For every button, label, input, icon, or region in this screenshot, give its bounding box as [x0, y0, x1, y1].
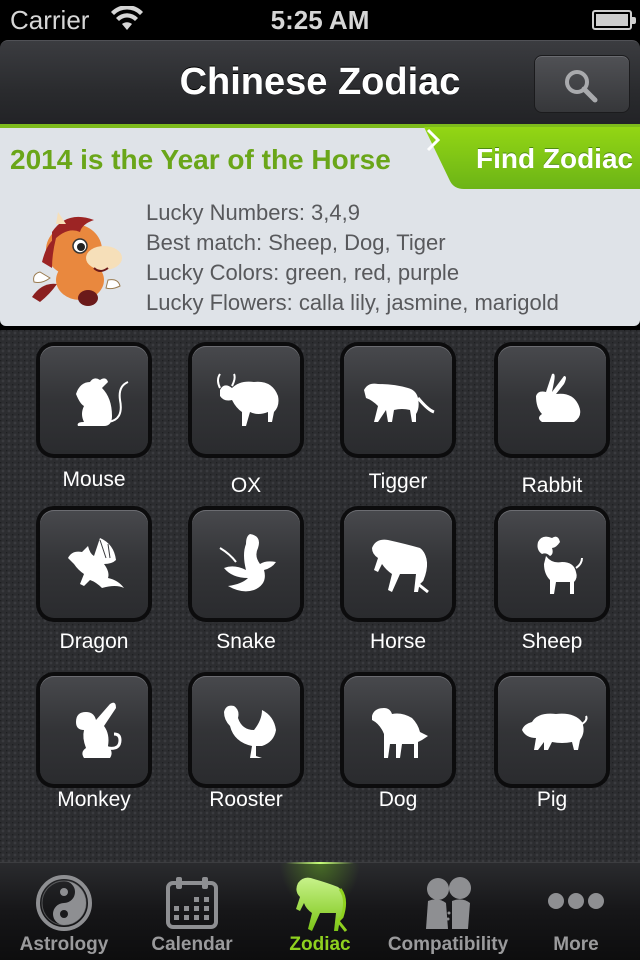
- tab-zodiac[interactable]: Zodiac: [256, 862, 384, 960]
- sheep-icon: [537, 536, 583, 594]
- clock: 5:25 AM: [270, 5, 370, 35]
- lucky-info-list: Lucky Numbers: 3,4,9 Best match: Sheep, …: [146, 198, 559, 318]
- zodiac-label: Dragon: [59, 630, 129, 653]
- battery-full-icon: [592, 10, 636, 30]
- tab-bar: Astrology Calendar Zodiac Compatibility …: [0, 862, 640, 960]
- zodiac-tile-horse[interactable]: Horse: [340, 506, 496, 666]
- rooster-icon: [224, 705, 276, 758]
- zodiac-label: Horse: [369, 630, 427, 653]
- zodiac-label: Sheep: [521, 630, 583, 653]
- zodiac-tile-sheep[interactable]: Sheep: [494, 506, 640, 666]
- ox-icon: [217, 373, 279, 426]
- lucky-numbers: Lucky Numbers: 3,4,9: [146, 200, 360, 225]
- zodiac-label: Dog: [378, 788, 418, 811]
- horse-cartoon-mascot: [32, 212, 122, 306]
- best-match: Best match: Sheep, Dog, Tiger: [146, 230, 446, 255]
- zodiac-tile-rabbit[interactable]: Rabbit: [494, 342, 640, 502]
- mouse-icon: [76, 378, 129, 426]
- tab-label: Astrology: [19, 934, 109, 955]
- zodiac-label: Pig: [536, 788, 568, 811]
- tab-label: Zodiac: [289, 934, 351, 955]
- tab-more[interactable]: More: [512, 863, 640, 960]
- tab-astrology[interactable]: Astrology: [0, 863, 128, 960]
- rabbit-icon: [536, 373, 581, 422]
- zodiac-label: Tigger: [368, 470, 428, 493]
- zodiac-tile-tigger[interactable]: Tigger: [340, 342, 496, 502]
- tab-compatibility[interactable]: Compatibility: [384, 863, 512, 960]
- zodiac-label: Rabbit: [521, 474, 583, 497]
- find-zodiac-button[interactable]: Find Zodiac: [424, 127, 640, 189]
- zodiac-button[interactable]: [340, 506, 456, 622]
- status-bar: Carrier 5:25 AM: [0, 0, 640, 40]
- lucky-flowers: Lucky Flowers: calla lily, jasmine, mari…: [146, 290, 559, 315]
- search-button[interactable]: [534, 55, 630, 113]
- zodiac-label: Mouse: [62, 468, 126, 491]
- zodiac-button[interactable]: [36, 672, 152, 788]
- zodiac-label: Snake: [216, 630, 276, 653]
- zodiac-label: Rooster: [209, 788, 283, 811]
- zodiac-button[interactable]: [340, 342, 456, 458]
- zodiac-tile-dog[interactable]: Dog: [340, 672, 496, 832]
- horse-icon: [296, 877, 348, 932]
- zodiac-grid: Mouse OX Tigger Rabbit Dragon Snake Hors…: [0, 330, 640, 862]
- zodiac-button[interactable]: [494, 672, 610, 788]
- zodiac-label: OX: [230, 474, 262, 497]
- search-icon: [565, 70, 598, 103]
- lucky-colors: Lucky Colors: green, red, purple: [146, 260, 460, 285]
- zodiac-button[interactable]: [188, 506, 304, 622]
- zodiac-tile-pig[interactable]: Pig: [494, 672, 640, 832]
- find-zodiac-label: Find Zodiac: [476, 143, 634, 174]
- more-dots-icon: [548, 893, 604, 909]
- pig-icon: [522, 713, 588, 750]
- yin-yang-icon: [36, 875, 92, 931]
- year-banner: 2014 is the Year of the Horse Find Zodia…: [0, 124, 640, 326]
- kissing-couple-icon: [426, 877, 471, 929]
- zodiac-button[interactable]: [36, 506, 152, 622]
- zodiac-button[interactable]: [494, 506, 610, 622]
- calendar-icon: [166, 877, 218, 929]
- dog-icon: [372, 708, 428, 758]
- zodiac-button[interactable]: [494, 342, 610, 458]
- dragon-icon: [68, 538, 124, 588]
- tab-label: Calendar: [151, 934, 233, 955]
- zodiac-button[interactable]: [188, 672, 304, 788]
- navigation-bar: Chinese Zodiac: [0, 40, 640, 124]
- tab-label: More: [553, 934, 599, 955]
- active-tab-indicator: [286, 862, 354, 864]
- chevron-right-icon: [426, 128, 441, 152]
- banner-title: 2014 is the Year of the Horse: [10, 144, 391, 175]
- tab-calendar[interactable]: Calendar: [128, 863, 256, 960]
- tab-label: Compatibility: [387, 934, 509, 955]
- horse-icon: [372, 539, 429, 594]
- zodiac-button[interactable]: [340, 672, 456, 788]
- zodiac-button[interactable]: [36, 342, 152, 458]
- snake-icon: [219, 534, 276, 592]
- zodiac-label: Monkey: [57, 788, 131, 811]
- monkey-icon: [76, 702, 122, 758]
- zodiac-button[interactable]: [188, 342, 304, 458]
- tiger-icon: [364, 383, 435, 422]
